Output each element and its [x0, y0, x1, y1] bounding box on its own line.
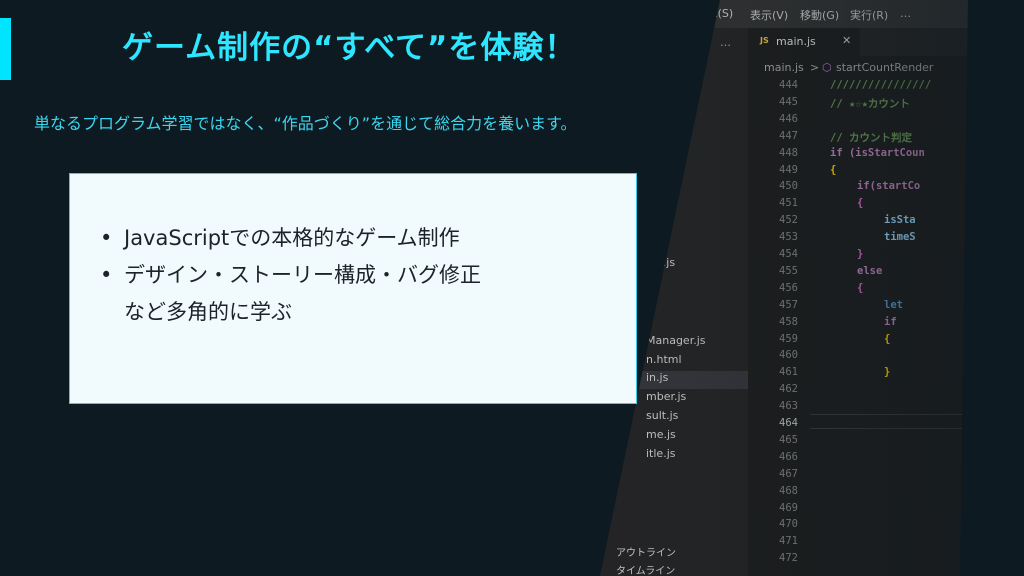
line-number: 464	[779, 417, 798, 429]
content-box: • JavaScriptでの本格的なゲーム制作 • デザイン・ストーリー構成・バグ修…	[69, 173, 637, 404]
explorer-file-item[interactable]: itle.js	[646, 447, 675, 460]
explorer-file-item[interactable]: s	[646, 315, 652, 328]
line-number: 444	[779, 79, 798, 91]
line-number: 445	[779, 95, 798, 108]
explorer-file-item[interactable]: ver.js	[646, 256, 675, 269]
explorer-file-item[interactable]: Manager.js	[646, 334, 706, 347]
tab-label: main.js	[776, 35, 816, 48]
line-number: 456	[779, 281, 798, 294]
code-line: if	[884, 315, 897, 328]
explorer-file-item[interactable]: sult.js	[646, 409, 678, 422]
code-line: else	[857, 264, 883, 277]
slide-subtitle: 単なるプログラム学習ではなく、“作品づくり”を通じて総合力を養います。	[34, 114, 577, 133]
timeline-panel-header[interactable]: タイムライン	[616, 562, 675, 576]
code-line: // カウント判定	[830, 131, 912, 144]
code-line: }	[857, 248, 864, 260]
bullet-continuation: など多角的に学ぶ	[124, 300, 292, 324]
bullet-mark: •	[100, 263, 113, 287]
line-number: 468	[779, 484, 798, 497]
line-number: 453	[779, 231, 798, 244]
code-line: {	[857, 197, 864, 210]
line-number: 469	[779, 501, 798, 514]
editor-menubar: R(S) 表示(V) 移動(G) 実行(R) …	[600, 0, 1024, 28]
line-number-gutter: 444 445 446 447 448 449 450 451 452 453 454 455 456 4…	[748, 78, 808, 576]
symbol-method-icon: ⬡	[822, 61, 832, 74]
outline-panel-header[interactable]: アウトライン	[616, 544, 676, 559]
code-line: let	[884, 298, 903, 311]
explorer-file-item[interactable]: e	[646, 159, 653, 172]
line-number: 449	[779, 163, 798, 176]
code-line: timeS	[884, 231, 916, 244]
tab-main-js[interactable]: JS main.js ✕	[748, 28, 860, 56]
bullet-text: デザイン・ストーリー構成・バグ修正	[124, 263, 481, 287]
menu-item-more[interactable]: …	[900, 7, 911, 20]
line-number: 472	[779, 552, 798, 565]
bullet-mark: •	[100, 226, 113, 250]
line-number: 454	[779, 248, 798, 260]
code-line: isSta	[884, 214, 916, 227]
explorer-file-item[interactable]: mber.js	[646, 390, 686, 403]
line-number: 446	[779, 112, 798, 125]
line-number: 466	[779, 450, 798, 463]
line-number: 457	[779, 298, 798, 311]
explorer-file-item[interactable]: s	[646, 178, 652, 191]
code-line: {	[884, 332, 891, 345]
line-number: 462	[779, 383, 798, 396]
code-line: ////////////////	[830, 79, 932, 91]
line-number: 459	[779, 332, 798, 345]
breadcrumb-symbol[interactable]: startCountRender	[836, 61, 933, 74]
line-number: 450	[779, 180, 798, 193]
line-number: 447	[779, 129, 798, 142]
menu-item-view[interactable]: 表示(V)	[750, 7, 788, 23]
menu-item-go[interactable]: 移動(G)	[800, 7, 839, 23]
code-line: if (isStartCoun	[830, 146, 925, 159]
line-number: 460	[779, 349, 798, 362]
line-number: 465	[779, 433, 798, 446]
explorer-more-icon[interactable]: …	[720, 36, 731, 49]
code-line: {	[830, 163, 837, 176]
slide-right-edge	[960, 0, 1024, 576]
explorer-file-item[interactable]: n.html	[646, 353, 682, 366]
bullet-list: • JavaScriptでの本格的なゲーム制作 • デザイン・ストーリー構成・バグ修…	[100, 220, 636, 331]
explorer-file-item[interactable]: me.js	[646, 428, 676, 441]
line-number: 461	[779, 366, 798, 379]
code-line: }	[884, 366, 891, 379]
line-number: 452	[779, 214, 798, 227]
bullet-text: JavaScriptでの本格的なゲーム制作	[124, 226, 460, 250]
title-accent-bar	[0, 18, 11, 80]
line-number: 467	[779, 467, 798, 480]
line-number: 448	[779, 146, 798, 159]
line-number: 451	[779, 197, 798, 210]
line-number: 463	[779, 400, 798, 413]
slide-title: ゲーム制作の“すべて”を体験！	[122, 30, 577, 66]
bullet-item: • デザイン・ストーリー構成・バグ修正	[100, 257, 636, 294]
line-number: 470	[779, 518, 798, 531]
menu-item-run[interactable]: 実行(R)	[850, 7, 888, 23]
code-line: {	[857, 281, 864, 294]
menu-item-search[interactable]: R(S)	[710, 7, 733, 20]
line-number: 455	[779, 264, 798, 277]
code-line: // ★☆★カウント	[830, 97, 910, 110]
code-line: if(startCo	[857, 180, 921, 193]
bullet-item: • JavaScriptでの本格的なゲーム制作	[100, 220, 636, 257]
javascript-file-icon: JS	[760, 36, 769, 45]
line-number: 471	[779, 535, 798, 548]
close-icon[interactable]: ✕	[842, 34, 851, 47]
explorer-file-item[interactable]: in.js	[620, 371, 748, 389]
line-number: 458	[779, 315, 798, 328]
breadcrumb-file[interactable]: main.js	[764, 61, 804, 74]
breadcrumb-separator: >	[810, 61, 820, 74]
